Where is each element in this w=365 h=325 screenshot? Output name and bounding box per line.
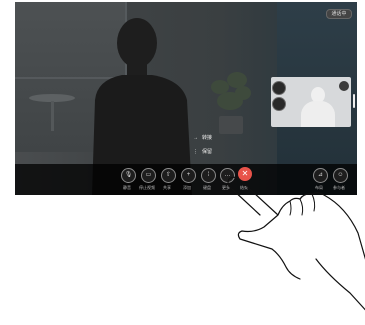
keypad-icon: ⁞ [207,172,210,178]
self-view-mic-icon[interactable] [272,81,286,95]
share-button[interactable]: ⇧ [161,168,176,183]
keypad-button[interactable]: ⁞ [201,168,216,183]
share-icon: ⇧ [165,172,172,178]
plant [207,72,255,134]
status-pill[interactable]: 通话中 [326,9,352,19]
mic-icon: 🎙 [124,172,133,178]
self-view[interactable] [271,77,351,127]
menu-transfer-label: 转接 [202,135,213,141]
stop-video-button[interactable]: ▭ [141,168,156,183]
menu-transfer[interactable]: → 转接 [193,134,212,141]
camera-icon: ▭ [145,172,152,178]
side-table [29,94,75,134]
self-view-camera-icon[interactable] [272,97,286,111]
menu-hold[interactable]: ⋮ 保留 [193,148,212,155]
mute-button[interactable]: 🎙 [121,168,136,183]
arrow-right-icon: → [193,135,198,141]
add-icon: + [186,172,191,178]
pointing-hand-icon [227,176,365,311]
device-screen: 通话中 → 转接 ⋮ 保留 🎙 静音 ▭ 停止视频 ⇧ 共享 + 添加 ⁞ 键盘 …… [15,2,357,195]
add-button[interactable]: + [181,168,196,183]
pause-icon: ⋮ [193,149,198,155]
self-view-body [301,101,335,127]
side-panel-handle[interactable] [353,94,355,108]
menu-hold-label: 保留 [202,149,213,155]
self-view-expand-icon[interactable] [339,81,349,91]
